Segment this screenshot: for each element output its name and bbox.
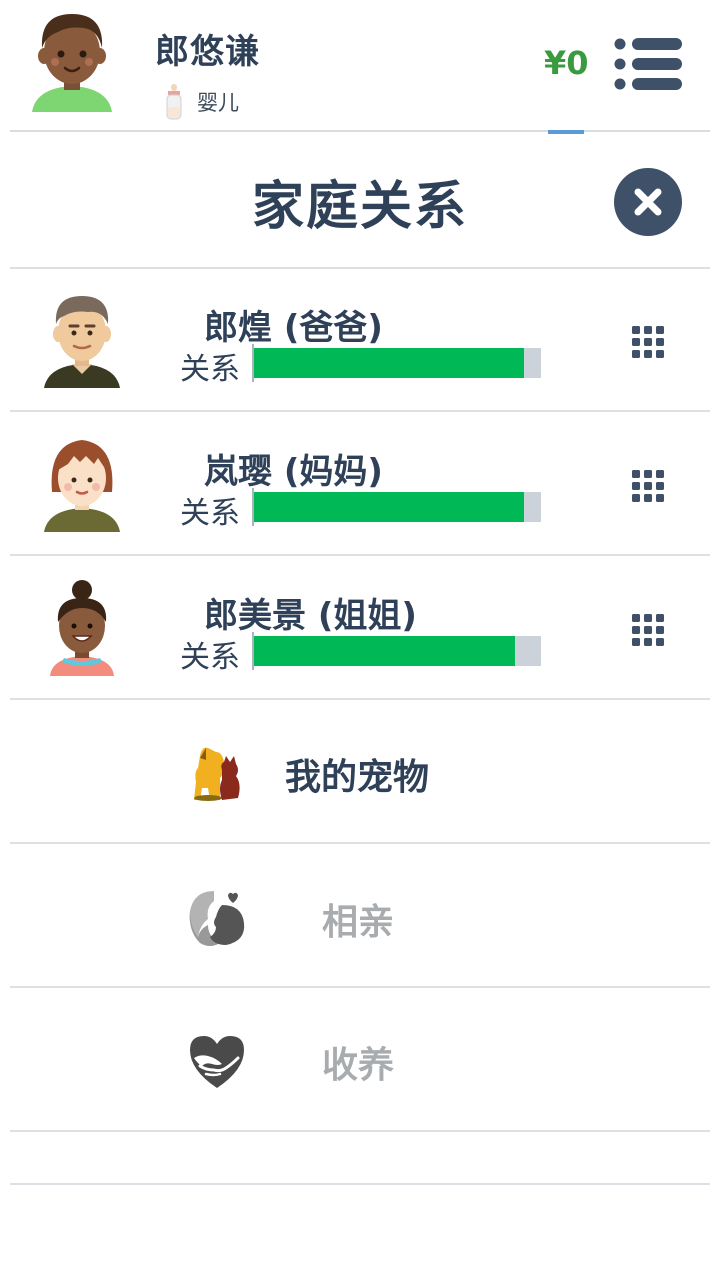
father-avatar — [44, 296, 120, 388]
member-name: 郎美景 (姐姐) — [204, 596, 417, 636]
member-options-grid-icon[interactable] — [630, 324, 666, 360]
matchmaking-button[interactable]: 相亲 — [0, 845, 720, 987]
close-button[interactable] — [614, 168, 682, 236]
my-pets-label: 我的宠物 — [285, 757, 430, 798]
my-pets-button[interactable]: 我的宠物 — [0, 700, 720, 842]
relation-bar-fill — [252, 348, 524, 378]
relation-bar-fill — [252, 492, 524, 522]
adopt-icon — [190, 1036, 244, 1088]
relation-bar-fill — [252, 636, 515, 666]
family-member-mother[interactable]: 岚璎 (妈妈) 关系 — [0, 414, 720, 556]
divider — [10, 267, 710, 269]
divider — [10, 410, 710, 412]
relation-label: 关系 — [180, 640, 240, 675]
divider — [10, 842, 710, 844]
member-options-grid-icon[interactable] — [630, 612, 666, 648]
sister-avatar — [50, 580, 114, 676]
adopt-button[interactable]: 收养 — [0, 988, 720, 1130]
page-title: 家庭关系 — [251, 177, 468, 237]
matchmaking-icon — [189, 891, 245, 946]
member-name: 岚璎 (妈妈) — [204, 452, 383, 492]
member-name: 郎煌 (爸爸) — [204, 308, 383, 348]
pet-icon — [194, 747, 240, 801]
baby-bottle-icon — [166, 84, 182, 120]
top-bar: 郎悠谦 婴儿 ¥0 — [0, 0, 720, 132]
player-avatar[interactable] — [28, 8, 116, 120]
header-divider — [10, 130, 710, 132]
divider — [10, 1183, 710, 1185]
relation-bar — [252, 492, 541, 522]
family-member-father[interactable]: 郎煌 (爸爸) 关系 — [0, 270, 720, 412]
adopt-label: 收养 — [322, 1045, 395, 1086]
relation-bar-start — [252, 488, 254, 526]
list-menu-icon — [614, 38, 682, 90]
member-options-grid-icon[interactable] — [630, 468, 666, 504]
relation-bar — [252, 636, 541, 666]
scroll-indicator — [548, 130, 584, 134]
life-stage-label: 婴儿 — [197, 91, 239, 115]
life-stage: 婴儿 — [163, 82, 239, 122]
money-balance: ¥0 — [544, 44, 589, 82]
close-icon — [634, 188, 662, 216]
relation-bar — [252, 348, 541, 378]
relation-label: 关系 — [180, 496, 240, 531]
relation-bar-start — [252, 344, 254, 382]
relation-bar-start — [252, 632, 254, 670]
relation-label: 关系 — [180, 352, 240, 387]
mother-avatar — [44, 440, 120, 532]
menu-button[interactable] — [612, 36, 684, 92]
matchmaking-label: 相亲 — [322, 902, 395, 943]
divider — [10, 554, 710, 556]
player-name: 郎悠谦 — [155, 32, 260, 72]
divider — [10, 1130, 710, 1132]
family-member-sister[interactable]: 郎美景 (姐姐) 关系 — [0, 558, 720, 700]
